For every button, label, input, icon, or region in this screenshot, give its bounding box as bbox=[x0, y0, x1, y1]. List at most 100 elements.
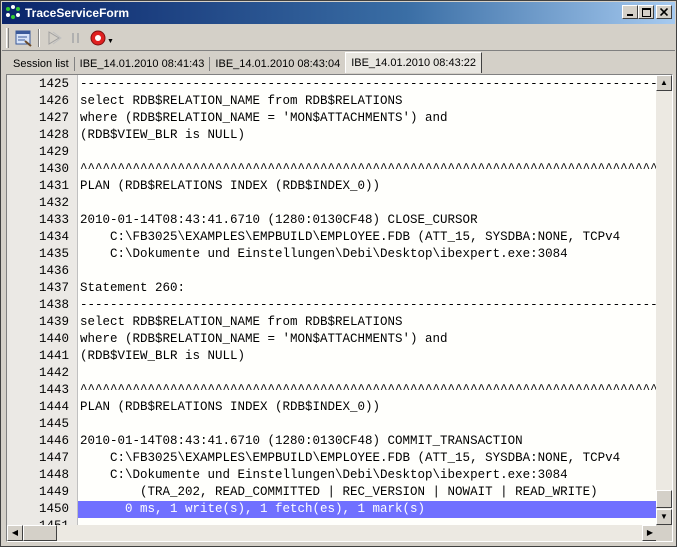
code-line[interactable]: 2010-01-14T08:43:41.6710 (1280:0130CF48)… bbox=[78, 433, 659, 450]
line-number: 1442 bbox=[38, 366, 69, 380]
line-number: 1427 bbox=[38, 111, 69, 125]
code-line-text: 0 ms, 1 write(s), 1 fetch(es), 1 mark(s) bbox=[80, 502, 426, 516]
window-controls bbox=[622, 5, 672, 19]
tab-session-list[interactable]: Session list bbox=[8, 54, 74, 73]
line-number: 1429 bbox=[38, 145, 69, 159]
start-trace-button[interactable] bbox=[43, 27, 65, 49]
horizontal-scroll-thumb[interactable] bbox=[23, 525, 57, 541]
code-line-text: (RDB$VIEW_BLR is NULL) bbox=[80, 349, 246, 363]
tab-session-2[interactable]: IBE_14.01.2010 08:43:04 bbox=[210, 54, 345, 73]
maximize-button[interactable] bbox=[638, 5, 654, 19]
play-icon bbox=[48, 30, 62, 45]
trace-service-window: TraceServiceForm ▼ Session list IBE_14.0… bbox=[0, 0, 677, 547]
line-number: 1435 bbox=[38, 247, 69, 261]
tab-session-1[interactable]: IBE_14.01.2010 08:41:43 bbox=[75, 54, 210, 73]
code-line[interactable]: PLAN (RDB$RELATIONS INDEX (RDB$INDEX_0)) bbox=[78, 399, 659, 416]
code-line-text: C:\FB3025\EXAMPLES\EMPBUILD\EMPLOYEE.FDB… bbox=[80, 230, 621, 244]
code-line[interactable]: 2010-01-14T08:43:41.6710 (1280:0130CF48)… bbox=[78, 212, 659, 229]
trace-log-text[interactable]: ----------------------------------------… bbox=[78, 75, 659, 525]
title-bar[interactable]: TraceServiceForm bbox=[2, 2, 675, 24]
code-line-text: where (RDB$RELATION_NAME = 'MON$ATTACHME… bbox=[80, 111, 448, 125]
window-title: TraceServiceForm bbox=[25, 6, 130, 20]
trace-config-icon bbox=[15, 30, 32, 47]
vertical-scroll-thumb[interactable] bbox=[656, 490, 672, 508]
line-number: 1438 bbox=[38, 298, 69, 312]
tab-session-3[interactable]: IBE_14.01.2010 08:43:22 bbox=[345, 52, 482, 73]
line-number: 1433 bbox=[38, 213, 69, 227]
code-line-text: where (RDB$RELATION_NAME = 'MON$ATTACHME… bbox=[80, 332, 448, 346]
code-line[interactable]: ^^^^^^^^^^^^^^^^^^^^^^^^^^^^^^^^^^^^^^^^… bbox=[78, 382, 659, 399]
line-number: 1434 bbox=[38, 230, 69, 244]
line-number: 1425 bbox=[38, 77, 69, 91]
close-button[interactable] bbox=[656, 5, 672, 19]
line-number: 1439 bbox=[38, 315, 69, 329]
line-number: 1437 bbox=[38, 281, 69, 295]
code-line-text: select RDB$RELATION_NAME from RDB$RELATI… bbox=[80, 94, 403, 108]
minimize-button[interactable] bbox=[622, 5, 638, 19]
line-number: 1428 bbox=[38, 128, 69, 142]
code-line[interactable]: C:\Dokumente und Einstellungen\Debi\Desk… bbox=[78, 246, 659, 263]
maximize-icon bbox=[641, 7, 651, 17]
line-number-gutter: 1425 1426 1427 1428 1429 1430 1431 1432 1433 1434… bbox=[7, 75, 78, 533]
code-line[interactable]: C:\Dokumente und Einstellungen\Debi\Desk… bbox=[78, 467, 659, 484]
horizontal-scrollbar[interactable]: ◀ ▶ bbox=[7, 525, 658, 541]
code-line[interactable]: C:\FB3025\EXAMPLES\EMPBUILD\EMPLOYEE.FDB… bbox=[78, 229, 659, 246]
code-line[interactable]: select RDB$RELATION_NAME from RDB$RELATI… bbox=[78, 93, 659, 110]
code-line[interactable] bbox=[78, 518, 659, 525]
code-line[interactable] bbox=[78, 416, 659, 433]
line-number: 1440 bbox=[38, 332, 69, 346]
code-line-text: 2010-01-14T08:43:41.6710 (1280:0130CF48)… bbox=[80, 213, 478, 227]
code-line[interactable]: where (RDB$RELATION_NAME = 'MON$ATTACHME… bbox=[78, 110, 659, 127]
selected-code-line[interactable]: 0 ms, 1 write(s), 1 fetch(es), 1 mark(s) bbox=[78, 501, 659, 518]
code-line[interactable]: (RDB$VIEW_BLR is NULL) bbox=[78, 348, 659, 365]
code-line-text: ^^^^^^^^^^^^^^^^^^^^^^^^^^^^^^^^^^^^^^^^… bbox=[80, 383, 659, 397]
toolbar-separator bbox=[38, 28, 40, 47]
code-line[interactable]: C:\FB3025\EXAMPLES\EMPBUILD\EMPLOYEE.FDB… bbox=[78, 450, 659, 467]
trace-config-button[interactable] bbox=[13, 27, 35, 49]
trace-log-editor[interactable]: 1425 1426 1427 1428 1429 1430 1431 1432 1433 1434… bbox=[6, 74, 673, 542]
code-line-text: ^^^^^^^^^^^^^^^^^^^^^^^^^^^^^^^^^^^^^^^^… bbox=[80, 162, 659, 176]
line-number: 1448 bbox=[38, 468, 69, 482]
vertical-scrollbar[interactable]: ▲ ▼ bbox=[656, 75, 672, 525]
scroll-down-button[interactable]: ▼ bbox=[656, 509, 672, 525]
code-line[interactable]: where (RDB$RELATION_NAME = 'MON$ATTACHME… bbox=[78, 331, 659, 348]
app-icon bbox=[5, 5, 21, 21]
code-line-text: PLAN (RDB$RELATIONS INDEX (RDB$INDEX_0)) bbox=[80, 179, 381, 193]
code-line[interactable]: select RDB$RELATION_NAME from RDB$RELATI… bbox=[78, 314, 659, 331]
code-line[interactable]: ----------------------------------------… bbox=[78, 76, 659, 93]
line-number: 1426 bbox=[38, 94, 69, 108]
toolbar: ▼ bbox=[2, 25, 675, 51]
line-number: 1430 bbox=[38, 162, 69, 176]
line-number: 1443 bbox=[38, 383, 69, 397]
code-line[interactable]: (RDB$VIEW_BLR is NULL) bbox=[78, 127, 659, 144]
line-number: 1446 bbox=[38, 434, 69, 448]
chevron-down-icon[interactable]: ▼ bbox=[107, 38, 114, 45]
line-number: 1432 bbox=[38, 196, 69, 210]
code-line[interactable] bbox=[78, 144, 659, 161]
code-line[interactable]: Statement 260: bbox=[78, 280, 659, 297]
line-number: 1450 bbox=[38, 502, 69, 516]
code-line[interactable]: ^^^^^^^^^^^^^^^^^^^^^^^^^^^^^^^^^^^^^^^^… bbox=[78, 161, 659, 178]
line-number: 1436 bbox=[38, 264, 69, 278]
code-line[interactable]: PLAN (RDB$RELATIONS INDEX (RDB$INDEX_0)) bbox=[78, 178, 659, 195]
line-number: 1449 bbox=[38, 485, 69, 499]
scrollbar-corner bbox=[656, 525, 672, 541]
line-number: 1431 bbox=[38, 179, 69, 193]
code-line-text: C:\Dokumente und Einstellungen\Debi\Desk… bbox=[80, 468, 568, 482]
line-number: 1447 bbox=[38, 451, 69, 465]
code-line[interactable]: (TRA_202, READ_COMMITTED | REC_VERSION |… bbox=[78, 484, 659, 501]
toolbar-grip[interactable] bbox=[6, 27, 9, 48]
code-line[interactable] bbox=[78, 195, 659, 212]
pause-trace-button[interactable] bbox=[65, 27, 87, 49]
code-line[interactable]: ----------------------------------------… bbox=[78, 297, 659, 314]
code-line[interactable] bbox=[78, 365, 659, 382]
scroll-up-button[interactable]: ▲ bbox=[656, 75, 672, 91]
stop-trace-button[interactable] bbox=[87, 27, 109, 49]
code-line[interactable] bbox=[78, 263, 659, 280]
arrow-right-icon: ▶ bbox=[646, 528, 654, 537]
scroll-left-button[interactable]: ◀ bbox=[7, 525, 23, 541]
